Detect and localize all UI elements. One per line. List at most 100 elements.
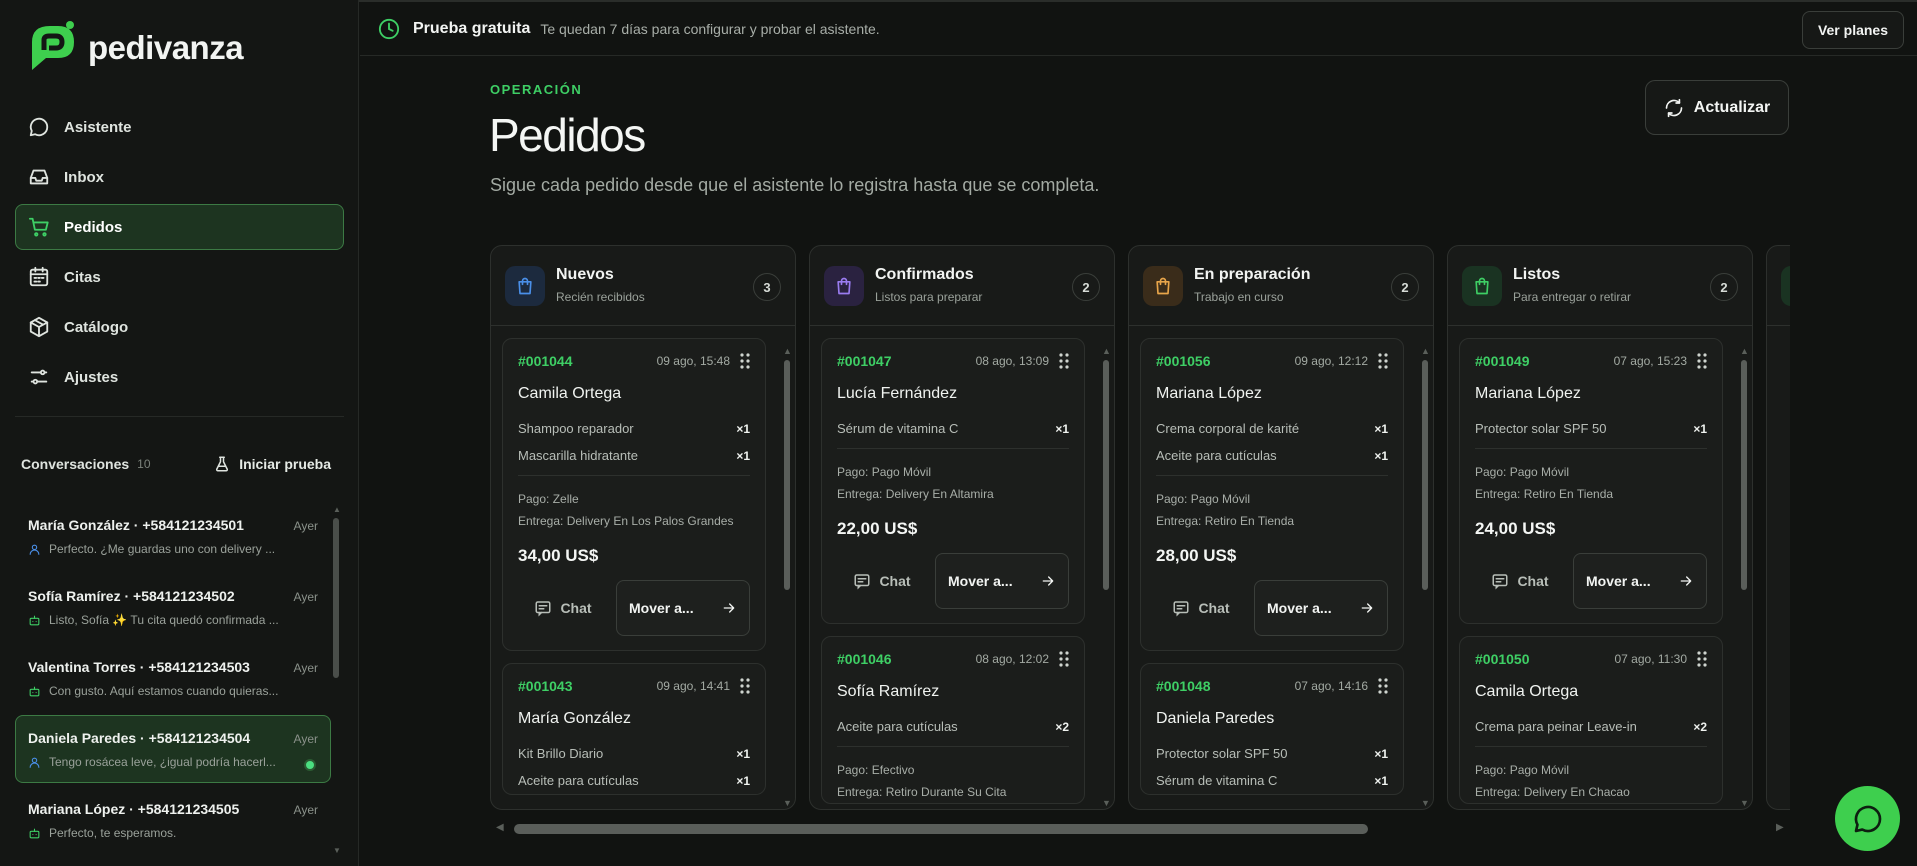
payment-method: Pago: Zelle [518, 492, 579, 506]
logo[interactable]: pedivanza [24, 20, 244, 76]
scroll-thumb[interactable] [514, 824, 1368, 834]
column-scroll-down[interactable]: ▼ [1102, 798, 1111, 808]
scroll-up-arrow[interactable]: ▲ [333, 505, 341, 514]
order-date: 08 ago, 12:02 [975, 652, 1049, 666]
drag-handle-icon[interactable] [1697, 651, 1707, 667]
conversations-header: Conversaciones 10 Iniciar prueba [21, 455, 331, 473]
item-name: Aceite para cutículas [837, 719, 958, 734]
scroll-left-arrow[interactable]: ◀ [496, 822, 504, 833]
conversation-item[interactable]: María González · +584121234501 Ayer Perf… [15, 502, 331, 570]
column-subtitle: Trabajo en curso [1194, 290, 1284, 304]
column-scroll-thumb[interactable] [1422, 360, 1428, 590]
drag-handle-icon[interactable] [740, 678, 750, 694]
conversation-time: Ayer [293, 732, 318, 746]
refresh-button[interactable]: Actualizar [1645, 80, 1789, 135]
start-test-button[interactable]: Iniciar prueba [213, 455, 331, 473]
bag-icon [1475, 277, 1489, 295]
move-to-button[interactable]: Mover a... [616, 580, 750, 636]
chat-button[interactable]: Chat [1475, 553, 1565, 609]
order-card[interactable]: #001046 08 ago, 12:02 Sofía Ramírez Acei… [821, 636, 1085, 804]
column-scroll-thumb[interactable] [1741, 360, 1747, 590]
chat-button[interactable]: Chat [518, 580, 608, 636]
order-item: Crema corporal de karité ×1 [1156, 415, 1388, 442]
order-card[interactable]: #001056 09 ago, 12:12 Mariana López Crem… [1140, 338, 1404, 651]
chat-button[interactable]: Chat [837, 553, 927, 609]
conversation-time: Ayer [293, 519, 318, 533]
nav-item-pedidos[interactable]: Pedidos [15, 204, 344, 250]
column-scrollbar[interactable]: ▲ ▼ [1740, 346, 1749, 809]
nav-item-label: Catálogo [64, 318, 129, 336]
scroll-down-arrow[interactable]: ▼ [333, 846, 341, 855]
item-name: Protector solar SPF 50 [1156, 746, 1288, 761]
nav-item-catalogo[interactable]: Catálogo [15, 304, 344, 350]
item-name: Aceite para cutículas [518, 773, 639, 788]
drag-handle-icon[interactable] [1059, 651, 1069, 667]
drag-handle-icon[interactable] [1378, 353, 1388, 369]
column-count: 2 [1391, 273, 1419, 301]
customer-name: Lucía Fernández [837, 385, 958, 402]
column-scroll-thumb[interactable] [784, 360, 790, 590]
view-plans-button[interactable]: Ver planes [1801, 11, 1904, 49]
chat-label: Chat [1517, 573, 1549, 589]
move-to-button[interactable]: Mover a... [1573, 553, 1707, 609]
drag-handle-icon[interactable] [740, 353, 750, 369]
order-item: Kit Brillo Diario ×1 [518, 740, 750, 767]
conversation-item[interactable]: Sofía Ramírez · +584121234502 Ayer Listo… [15, 573, 331, 641]
column-icon [1143, 266, 1183, 306]
move-to-button[interactable]: Mover a... [935, 553, 1069, 609]
order-card[interactable]: #001044 09 ago, 15:48 Camila Ortega Sham… [502, 338, 766, 651]
column-scroll-down[interactable]: ▼ [783, 798, 792, 808]
scroll-right-arrow[interactable]: ▶ [1776, 822, 1784, 833]
drag-handle-icon[interactable] [1378, 678, 1388, 694]
sidebar-scrollbar[interactable] [333, 518, 339, 678]
column-scroll-up[interactable]: ▲ [1740, 346, 1749, 356]
order-card[interactable]: #001043 09 ago, 14:41 María González Kit… [502, 663, 766, 795]
nav-item-ajustes[interactable]: Ajustes [15, 354, 344, 400]
column-scroll-down[interactable]: ▼ [1740, 798, 1749, 808]
column-scrollbar[interactable]: ▲ ▼ [1102, 346, 1111, 809]
column-subtitle: Para entregar o retirar [1513, 290, 1632, 304]
kanban-column: Listos Para entregar o retirar 2 #001049… [1447, 245, 1753, 810]
inbox-icon [29, 169, 49, 185]
conversation-name: María González · +584121234501 [28, 517, 244, 533]
drag-handle-icon[interactable] [1697, 353, 1707, 369]
column-icon [505, 266, 545, 306]
column-scrollbar[interactable]: ▲ ▼ [1421, 346, 1430, 809]
order-item: Aceite para cutículas ×1 [518, 767, 750, 794]
column-scroll-down[interactable]: ▼ [1421, 798, 1430, 808]
column-scroll-up[interactable]: ▲ [1102, 346, 1111, 356]
column-scrollbar[interactable]: ▲ ▼ [783, 346, 792, 809]
column-cards: #001044 09 ago, 15:48 Camila Ortega Sham… [502, 338, 766, 807]
chat-fab-button[interactable] [1835, 786, 1900, 851]
conversation-item[interactable]: Valentina Torres · +584121234503 Ayer Co… [15, 644, 331, 712]
chat-button[interactable]: Chat [1156, 580, 1246, 636]
move-to-button[interactable]: Mover a... [1254, 580, 1388, 636]
message-icon [1492, 574, 1508, 590]
nav-item-citas[interactable]: Citas [15, 254, 344, 300]
drag-handle-icon[interactable] [1059, 353, 1069, 369]
conversation-item[interactable]: Mariana López · +584121234505 Ayer Perfe… [15, 786, 331, 854]
item-name: Protector solar SPF 50 [1475, 421, 1607, 436]
customer-name: María González [518, 710, 631, 727]
nav-item-inbox[interactable]: Inbox [15, 154, 344, 200]
order-card[interactable]: #001049 07 ago, 15:23 Mariana López Prot… [1459, 338, 1723, 624]
order-id: #001048 [1156, 678, 1211, 694]
nav-item-asistente[interactable]: Asistente [15, 104, 344, 150]
board-horizontal-scrollbar[interactable]: ◀ ▶ [496, 822, 1786, 834]
conversation-name: Sofía Ramírez · +584121234502 [28, 588, 235, 604]
bot-icon [29, 686, 40, 696]
order-card[interactable]: #001047 08 ago, 13:09 Lucía Fernández Sé… [821, 338, 1085, 624]
column-scroll-up[interactable]: ▲ [783, 346, 792, 356]
column-scroll-thumb[interactable] [1103, 360, 1109, 590]
column-scroll-up[interactable]: ▲ [1421, 346, 1430, 356]
conversation-item[interactable]: Daniela Paredes · +584121234504 Ayer Ten… [15, 715, 331, 783]
nav-item-label: Ajustes [64, 368, 119, 386]
kanban-board: Nuevos Recién recibidos 3 #001044 09 ago… [490, 245, 1790, 810]
column-icon [1462, 266, 1502, 306]
order-item: Protector solar SPF 50 ×1 [1156, 740, 1388, 767]
logo-text: pedivanza [88, 29, 244, 66]
chat-label: Chat [1198, 600, 1230, 616]
order-card[interactable]: #001048 07 ago, 14:16 Daniela Paredes Pr… [1140, 663, 1404, 795]
column-cards: #001047 08 ago, 13:09 Lucía Fernández Sé… [821, 338, 1085, 809]
order-card[interactable]: #001050 07 ago, 11:30 Camila Ortega Crem… [1459, 636, 1723, 804]
